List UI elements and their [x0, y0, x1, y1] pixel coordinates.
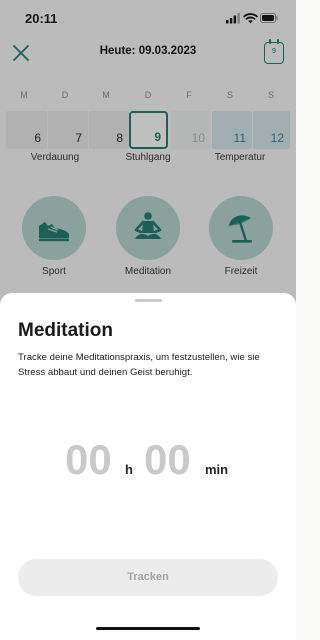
minutes-value[interactable]: 00: [144, 436, 191, 484]
sheet-title: Meditation: [18, 320, 113, 341]
sheet-description: Tracke deine Meditationspraxis, um festz…: [18, 352, 260, 378]
hours-unit: h: [125, 462, 133, 477]
bottom-sheet: Meditation Tracke deine Meditationspraxi…: [0, 293, 296, 640]
minutes-unit: min: [205, 462, 229, 477]
hours-value[interactable]: 00: [65, 436, 112, 484]
home-indicator: [96, 627, 200, 630]
sheet-grabber[interactable]: [135, 299, 162, 302]
duration-picker: 00 h 00 min: [0, 436, 296, 486]
track-button[interactable]: Tracken: [18, 559, 278, 596]
